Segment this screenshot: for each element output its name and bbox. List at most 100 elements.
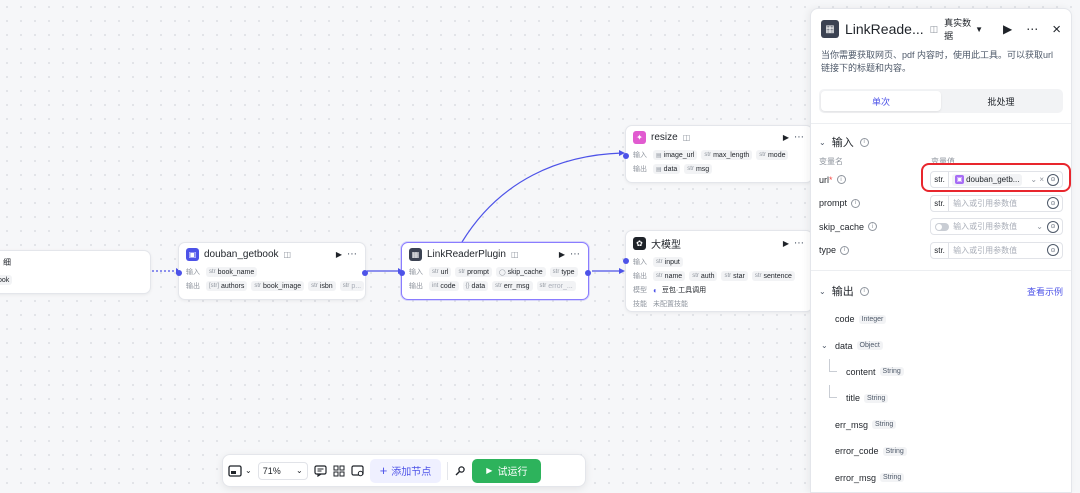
help-icon[interactable]: i [836,175,846,185]
plugin-badge-icon: ◫ [283,249,292,259]
input-port[interactable] [399,270,405,276]
start-output-tag: ook [0,275,13,285]
zoom-select[interactable]: 71% ⌄ [257,461,308,480]
zoom-value: 71% [262,465,281,476]
reference-chip[interactable]: ▣ douban_getb... [952,173,1023,186]
reference-icon[interactable]: ⊙ [1047,244,1059,257]
output-name: title [846,393,861,404]
reference-icon[interactable]: ⊙ [1047,197,1059,210]
output-port[interactable] [362,270,368,276]
edge-linkreader-to-resize [461,152,623,243]
close-icon[interactable]: × [1052,21,1061,38]
input-port[interactable] [623,153,629,159]
url-value-field[interactable]: str. ▣ douban_getb... ⌄ × ⊙ [930,171,1063,189]
output-name: error_msg [835,472,877,483]
output-row-error-code: error_code String [811,438,1071,464]
resize-plugin-icon: ✦ [633,130,646,144]
node-start[interactable]: 细 ook [0,250,151,294]
prompt-value-field[interactable]: str. 输入或引用参数值 ⊙ [930,194,1063,212]
run-icon[interactable]: ▶ [336,250,342,259]
panel-header: ▦ LinkReade... ◫ 真实数据 ▼ ▶ ⋯ × [811,9,1071,49]
output-name: code [835,314,855,325]
input-port[interactable] [176,270,182,276]
input-row-url: url* i str. ▣ douban_getb... ⌄ × ⊙ [811,163,1071,192]
input-port[interactable] [623,258,629,264]
reference-value: douban_getb... [966,175,1020,185]
toolbar-divider [447,461,449,480]
type-value-field[interactable]: str. 输入或引用参数值 ⊙ [930,241,1063,259]
panel-title: LinkReade... [845,21,924,37]
run-icon[interactable]: ▶ [1003,22,1012,36]
linkreader-output-row: 输出 int code {} data str err_msg str error_..… [402,279,588,293]
llm-skill-row: 技能 未配置技能 [626,297,812,311]
canvas-toolbar: ⌄ 71% ⌄ + 添加节点 ▶ 试运行 [222,454,586,487]
output-tag: str star [721,271,748,281]
view-example-link[interactable]: 查看示例 [1027,285,1063,298]
chevron-down-icon: ⌄ [819,286,826,296]
boolean-toggle[interactable] [935,222,950,231]
more-icon[interactable]: ⋯ [347,249,358,260]
help-icon[interactable]: i [840,245,850,255]
skill-label: 技能 [633,301,647,308]
required-marker: * [829,174,833,185]
tree-connector [829,385,837,399]
help-icon[interactable]: i [851,198,861,208]
run-icon[interactable]: ▶ [783,239,789,248]
input-section-title: 输入 [831,137,854,149]
linkreader-plugin-icon: ▦ [821,20,839,38]
output-section-header[interactable]: ⌄ 输出 i 查看示例 [811,279,1071,303]
add-node-button[interactable]: + 添加节点 [369,458,442,483]
reference-icon[interactable]: ⊙ [1047,220,1059,233]
input-tag: str mode [756,150,789,160]
reference-icon[interactable]: ⊙ [1047,173,1059,186]
node-llm[interactable]: ✿ 大模型 ▶ ⋯ 输入 str input 输出 str name str auth… [623,230,813,312]
node-douban-getbook[interactable]: ▣ douban_getbook ◫ ▶ ⋯ 输入 str book_name 输… [176,242,368,300]
col-name-label: 变量名 [819,156,843,166]
node-resize[interactable]: ✦ resize ◫ ▶ ⋯ 输入 ▤ image_url str max_leng… [623,125,813,183]
more-icon[interactable]: ⋯ [794,132,805,143]
reference-tools[interactable]: ⌄ × [1022,175,1047,184]
tab-batch[interactable]: 批处理 [941,91,1061,111]
chevron-down-icon[interactable]: ⌄ [821,341,831,350]
run-icon[interactable]: ▶ [559,250,565,259]
output-port[interactable] [585,270,591,276]
minimap-toggle[interactable]: ⌄ [228,464,252,477]
image-export-button[interactable] [351,464,364,477]
skip-cache-value-field[interactable]: 输入或引用参数值 ⌄ ⊙ [930,218,1063,236]
chevron-down-icon[interactable]: ⌄ [1036,222,1043,231]
input-label: 输入 [186,269,200,276]
douban-output-row: 输出 [str] authors str book_image str isbn st… [179,279,365,293]
input-section-header[interactable]: ⌄ 输入 i [811,130,1071,154]
data-mode-select[interactable]: 真实数据 ▼ [944,16,983,42]
start-output-row: ook [0,273,150,287]
output-type: String [880,473,905,483]
node-linkreader-plugin[interactable]: ▦ LinkReaderPlugin ◫ ▶ ⋯ 输入 str url str pr… [399,242,591,300]
comment-icon [314,464,327,477]
test-run-button[interactable]: ▶ 试运行 [472,458,542,483]
help-icon[interactable]: i [859,286,869,296]
settings-button[interactable] [454,465,466,477]
help-icon[interactable]: i [859,137,869,147]
input-label: 输入 [633,259,647,266]
output-name: err_msg [835,419,869,430]
help-icon[interactable]: i [868,222,878,232]
param-name: prompt [819,198,848,209]
run-icon[interactable]: ▶ [783,133,789,142]
douban-plugin-icon: ▣ [955,175,965,185]
param-name: skip_cache [819,221,865,232]
output-tag: str auth [689,271,718,281]
output-row-code: code Integer [811,306,1071,332]
output-type: String [872,420,897,430]
output-label: 输出 [633,166,647,173]
more-icon[interactable]: ⋯ [570,249,581,260]
plugin-badge-icon: ◫ [510,249,519,259]
auto-layout-button[interactable] [333,465,345,477]
input-tag: str book_name [206,267,258,277]
param-name: url [819,174,830,185]
input-name-skip-cache: skip_cache i [819,222,930,232]
divider [811,123,1071,124]
more-icon[interactable]: ⋯ [1026,22,1038,36]
more-icon[interactable]: ⋯ [794,238,805,249]
comment-button[interactable] [314,464,327,477]
tab-single[interactable]: 单次 [821,91,941,111]
